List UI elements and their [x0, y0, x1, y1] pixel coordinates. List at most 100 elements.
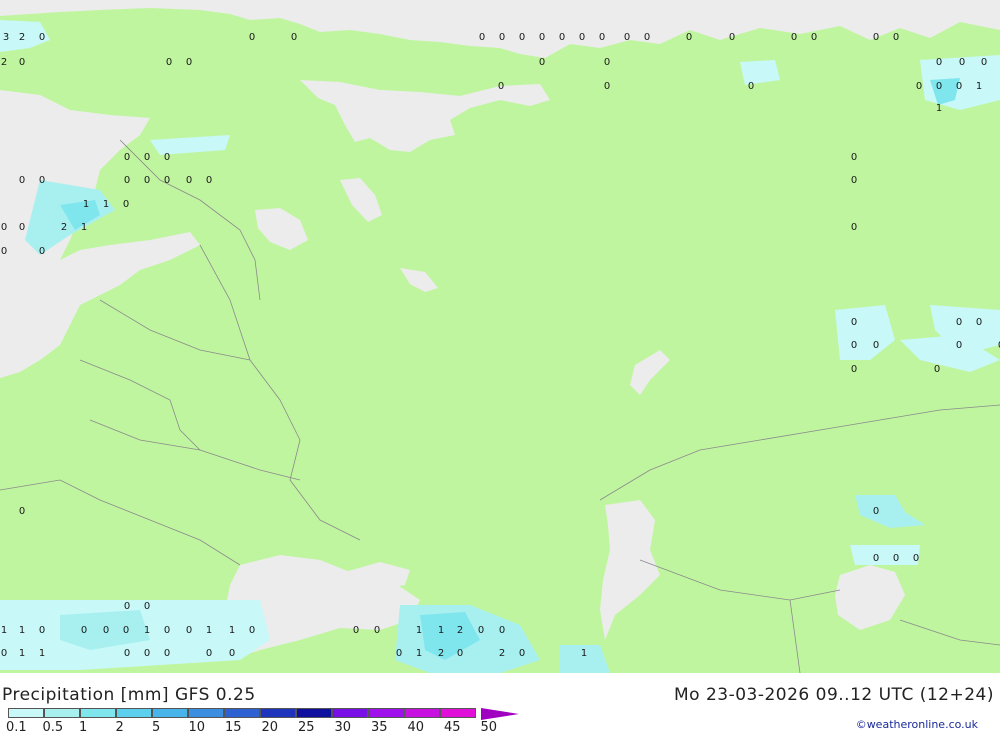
precip-value: 0 — [123, 199, 129, 210]
precip-value: 0 — [873, 553, 879, 564]
precip-value: 0 — [893, 32, 899, 43]
precip-value: 0 — [19, 57, 25, 68]
legend-swatch — [152, 708, 188, 718]
precip-value: 0 — [559, 32, 565, 43]
precip-value: 0 — [981, 57, 987, 68]
precipitation-map[interactable]: 3200000000000000000020000000000000011000… — [0, 0, 1000, 673]
precip-value: 0 — [186, 57, 192, 68]
legend-swatch — [332, 708, 368, 718]
precip-value: 0 — [479, 32, 485, 43]
precip-value: 0 — [498, 81, 504, 92]
precip-value: 0 — [39, 246, 45, 257]
credit-text[interactable]: ©weatheronline.co.uk — [856, 718, 978, 731]
precip-value: 0 — [519, 32, 525, 43]
precip-value: 0 — [186, 625, 192, 636]
precip-value: 0 — [851, 340, 857, 351]
precip-value: 0 — [1, 246, 7, 257]
legend-arrow — [481, 708, 519, 720]
precip-value: 0 — [519, 648, 525, 659]
precip-value: 1 — [976, 81, 982, 92]
map-title: Precipitation [mm] GFS 0.25 — [2, 685, 256, 705]
precip-value: 0 — [913, 553, 919, 564]
legend-swatch — [260, 708, 296, 718]
legend-swatch — [80, 708, 116, 718]
precip-value: 0 — [959, 57, 965, 68]
precip-value: 0 — [599, 32, 605, 43]
precip-value: 2 — [457, 625, 463, 636]
precip-value: 2 — [499, 648, 505, 659]
precip-value: 0 — [206, 648, 212, 659]
precip-value: 0 — [936, 57, 942, 68]
precip-value: 0 — [81, 625, 87, 636]
legend-swatch — [44, 708, 80, 718]
precip-value: 0 — [19, 506, 25, 517]
precip-value: 0 — [19, 175, 25, 186]
precip-value: 0 — [956, 340, 962, 351]
legend-swatch — [188, 708, 224, 718]
precip-value: 0 — [976, 317, 982, 328]
precip-value: 0 — [39, 175, 45, 186]
precip-value: 0 — [164, 625, 170, 636]
precip-value: 2 — [1, 57, 7, 68]
precip-value: 0 — [144, 601, 150, 612]
precip-value: 0 — [644, 32, 650, 43]
precip-value: 0 — [229, 648, 235, 659]
precip-value: 2 — [61, 222, 67, 233]
precip-value: 0 — [144, 648, 150, 659]
precip-value: 0 — [374, 625, 380, 636]
legend-swatch — [296, 708, 332, 718]
precip-value: 0 — [686, 32, 692, 43]
precip-value: 0 — [851, 317, 857, 328]
precip-value: 1 — [581, 648, 587, 659]
precip-value: 0 — [144, 175, 150, 186]
precip-value: 0 — [144, 152, 150, 163]
precip-value: 0 — [1, 222, 7, 233]
precip-value: 0 — [936, 81, 942, 92]
precip-value: 0 — [873, 32, 879, 43]
legend-swatch — [404, 708, 440, 718]
precip-value: 0 — [916, 81, 922, 92]
precip-value: 0 — [729, 32, 735, 43]
precip-value: 0 — [124, 648, 130, 659]
precip-value: 0 — [604, 57, 610, 68]
legend-swatch — [116, 708, 152, 718]
precip-value: 3 — [3, 32, 9, 43]
precip-value: 0 — [499, 32, 505, 43]
precip-value: 0 — [124, 601, 130, 612]
precip-value: 0 — [791, 32, 797, 43]
precip-value: 0 — [748, 81, 754, 92]
precip-value: 1 — [416, 625, 422, 636]
precip-value: 0 — [893, 553, 899, 564]
precip-value: 0 — [396, 648, 402, 659]
precip-value: 0 — [851, 364, 857, 375]
legend-swatch — [368, 708, 404, 718]
precip-value: 0 — [166, 57, 172, 68]
precip-value: 0 — [539, 32, 545, 43]
valid-time: Mo 23-03-2026 09..12 UTC (12+24) — [673, 685, 994, 705]
precip-value: 0 — [1, 648, 7, 659]
precip-value: 1 — [438, 625, 444, 636]
precip-value: 2 — [438, 648, 444, 659]
precip-value: 2 — [19, 32, 25, 43]
precip-value: 0 — [851, 175, 857, 186]
precip-value: 1 — [229, 625, 235, 636]
precip-value: 0 — [851, 152, 857, 163]
precip-value: 0 — [164, 152, 170, 163]
color-legend — [8, 708, 476, 720]
precip-value: 0 — [851, 222, 857, 233]
precip-value: 0 — [624, 32, 630, 43]
legend-swatch — [440, 708, 476, 718]
precip-value: 0 — [164, 175, 170, 186]
precip-value: 0 — [353, 625, 359, 636]
map-canvas: 3 2 0 0 0 0 0 0 0 0 0 0 0 0 0 0 0 0 0 02 0 0 0 0 0 0 0 00 0 0 0 0 0 110 0 0… — [0, 0, 1000, 673]
precip-value: 1 — [416, 648, 422, 659]
precip-value: 0 — [478, 625, 484, 636]
precip-value: 0 — [39, 32, 45, 43]
precip-value: 0 — [124, 152, 130, 163]
precip-value: 0 — [579, 32, 585, 43]
precip-value: 1 — [83, 199, 89, 210]
precip-value: 1 — [144, 625, 150, 636]
precip-value: 1 — [103, 199, 109, 210]
precip-value: 0 — [956, 81, 962, 92]
precip-value: 0 — [249, 32, 255, 43]
